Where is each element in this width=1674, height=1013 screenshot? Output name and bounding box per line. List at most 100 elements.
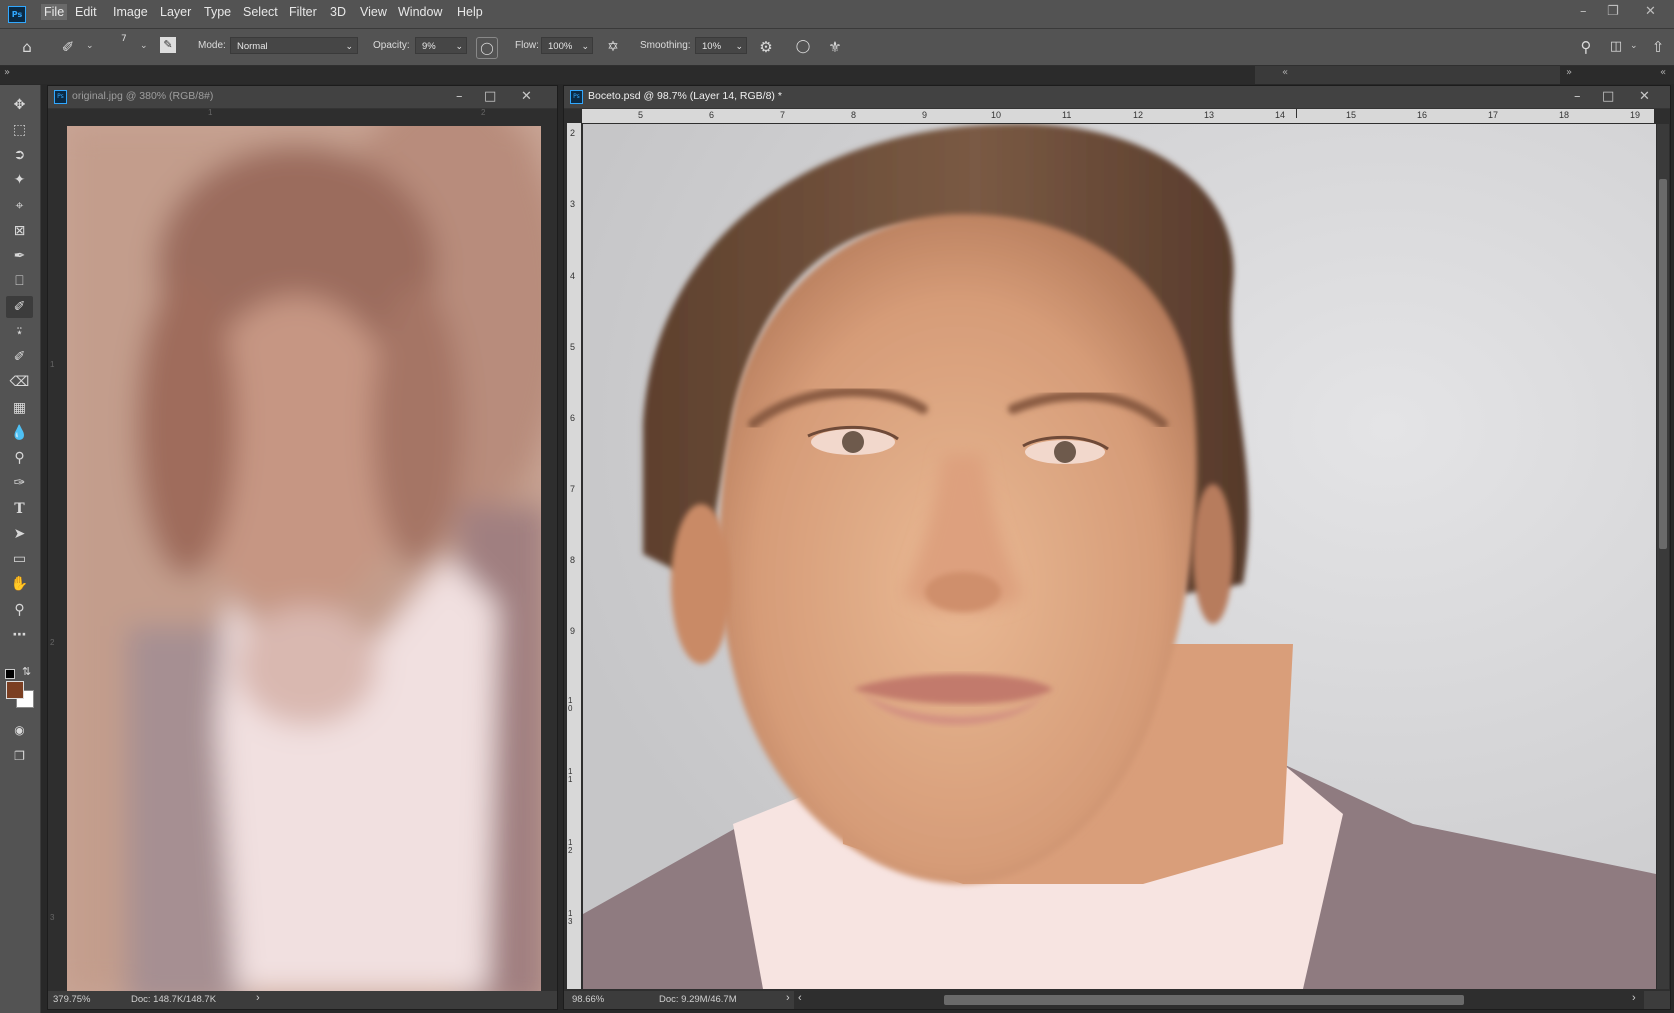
ruler-label: 1 bbox=[50, 360, 55, 369]
ruler-label: 12 bbox=[1133, 110, 1144, 120]
ruler-label: 19 bbox=[1630, 110, 1641, 120]
eyedropper-icon[interactable]: ✒ bbox=[6, 245, 33, 267]
chevron-down-icon[interactable]: ⌄ bbox=[86, 41, 94, 51]
menu-layer[interactable]: Layer bbox=[160, 5, 191, 19]
share-icon[interactable]: ⇧ bbox=[1648, 37, 1668, 57]
lasso-icon[interactable]: ➲ bbox=[6, 144, 33, 166]
frame-icon[interactable]: ⊠ bbox=[6, 220, 33, 242]
zoom-level[interactable]: 379.75% bbox=[53, 994, 91, 1005]
menu-help[interactable]: Help bbox=[457, 5, 483, 19]
marquee-icon[interactable]: ⬚ bbox=[6, 119, 33, 141]
search-icon[interactable]: ⚲ bbox=[1576, 37, 1596, 57]
eraser-icon[interactable]: ⌫ bbox=[6, 371, 33, 393]
mode-select[interactable]: Normal ⌄ bbox=[230, 37, 358, 54]
type-icon[interactable]: T bbox=[6, 498, 33, 520]
collapse-icon[interactable]: « bbox=[1282, 67, 1288, 78]
status-bar: 98.66% Doc: 9.29M/46.7M › ‹ › bbox=[564, 991, 1670, 1009]
menu-view[interactable]: View bbox=[360, 5, 387, 19]
menu-edit[interactable]: Edit bbox=[75, 5, 97, 19]
vertical-scrollbar[interactable] bbox=[1657, 124, 1669, 989]
menu-file[interactable]: File bbox=[41, 4, 68, 20]
default-colors-icon[interactable] bbox=[5, 669, 15, 679]
rectangle-icon[interactable]: ▭ bbox=[6, 548, 33, 570]
scrollbar-thumb[interactable] bbox=[1659, 179, 1667, 549]
pressure-size-icon[interactable]: ◯ bbox=[793, 37, 813, 57]
ruler-label: 18 bbox=[1559, 110, 1570, 120]
maximize-icon[interactable]: □ bbox=[1602, 89, 1614, 104]
ruler-label: 5 bbox=[570, 342, 576, 352]
blur-icon[interactable]: 💧 bbox=[6, 422, 33, 444]
quick-mask-icon[interactable]: ◉ bbox=[6, 719, 33, 741]
smoothing-field[interactable]: 10% ⌄ bbox=[695, 37, 747, 54]
document-window-boceto: Ps Boceto.psd @ 98.7% (Layer 14, RGB/8) … bbox=[563, 85, 1671, 1010]
brush-size[interactable]: 7 bbox=[121, 34, 127, 44]
chevron-down-icon[interactable]: ⌄ bbox=[1630, 41, 1638, 51]
home-icon[interactable]: ⌂ bbox=[17, 37, 37, 57]
canvas-original-photo[interactable] bbox=[67, 126, 541, 992]
minimize-icon[interactable]: – bbox=[1580, 4, 1587, 19]
minimize-icon[interactable]: – bbox=[1574, 89, 1581, 104]
close-icon[interactable]: ✕ bbox=[1639, 89, 1650, 104]
mode-label: Mode: bbox=[198, 40, 226, 51]
scrollbar-thumb[interactable] bbox=[944, 995, 1464, 1005]
stamp-icon[interactable]: ⍣ bbox=[6, 321, 33, 343]
menu-filter[interactable]: Filter bbox=[289, 5, 317, 19]
flow-field[interactable]: 100% ⌄ bbox=[541, 37, 593, 54]
ruler-label: 3 bbox=[50, 913, 55, 922]
chevron-left-icon[interactable]: ‹ bbox=[798, 992, 802, 1004]
menu-window[interactable]: Window bbox=[398, 5, 442, 19]
gradient-icon[interactable]: ▦ bbox=[6, 397, 33, 419]
restore-icon[interactable]: ❐ bbox=[1607, 4, 1619, 19]
more-icon[interactable]: ⋯ bbox=[6, 624, 33, 646]
brush-preset-icon[interactable]: ✐ bbox=[58, 37, 78, 57]
workspace-icon[interactable]: ◫ bbox=[1606, 37, 1626, 57]
chevron-right-icon[interactable]: › bbox=[786, 992, 790, 1004]
airbrush-icon[interactable]: ✡ bbox=[603, 37, 623, 57]
dodge-icon[interactable]: ⚲ bbox=[6, 447, 33, 469]
close-icon[interactable]: ✕ bbox=[521, 89, 532, 104]
expand-icon[interactable]: » bbox=[4, 67, 10, 78]
history-brush-icon[interactable]: ✐ bbox=[6, 346, 33, 368]
brush-icon[interactable]: ✐ bbox=[6, 296, 33, 318]
menu-image[interactable]: Image bbox=[113, 5, 148, 19]
close-icon[interactable]: ✕ bbox=[1645, 4, 1656, 19]
move-icon[interactable]: ✥ bbox=[6, 94, 33, 116]
gear-icon[interactable]: ⚙ bbox=[756, 37, 776, 57]
pen-icon[interactable]: ✑ bbox=[6, 472, 33, 494]
portrait-sketch-image bbox=[583, 124, 1656, 989]
ruler-label: 13 bbox=[568, 909, 573, 926]
hand-icon[interactable]: ✋ bbox=[6, 573, 33, 595]
foreground-color-swatch[interactable] bbox=[6, 681, 24, 699]
expand-icon[interactable]: » bbox=[1566, 67, 1572, 78]
ruler-label: 16 bbox=[1417, 110, 1428, 120]
symmetry-icon[interactable]: ⚜ bbox=[825, 37, 845, 57]
brush-panel-icon[interactable]: ✎ bbox=[160, 37, 176, 53]
ruler-label: 6 bbox=[570, 413, 576, 423]
ruler-label: 9 bbox=[570, 626, 576, 636]
doc-size: Doc: 148.7K/148.7K bbox=[131, 994, 217, 1005]
screen-mode-icon[interactable]: ❐ bbox=[6, 745, 33, 767]
canvas-boceto[interactable] bbox=[583, 124, 1656, 989]
menu-type[interactable]: Type bbox=[204, 5, 231, 19]
ruler-label: 5 bbox=[638, 110, 644, 120]
magic-wand-icon[interactable]: ✦ bbox=[6, 169, 33, 191]
menu-select[interactable]: Select bbox=[243, 5, 278, 19]
collapse-icon[interactable]: « bbox=[1660, 67, 1666, 78]
minimize-icon[interactable]: – bbox=[456, 89, 463, 104]
healing-icon[interactable]: ⎕ bbox=[6, 270, 33, 292]
zoom-level[interactable]: 98.66% bbox=[572, 994, 604, 1005]
zoom-icon[interactable]: ⚲ bbox=[6, 599, 33, 621]
opacity-field[interactable]: 9% ⌄ bbox=[415, 37, 467, 54]
chevron-right-icon[interactable]: › bbox=[1632, 992, 1636, 1004]
maximize-icon[interactable]: □ bbox=[484, 89, 496, 104]
menu-3d[interactable]: 3D bbox=[330, 5, 346, 19]
ruler-top: 1 2 bbox=[48, 108, 557, 118]
chevron-down-icon[interactable]: ⌄ bbox=[140, 41, 148, 51]
swap-colors-icon[interactable]: ⇅ bbox=[22, 665, 31, 678]
pressure-opacity-icon[interactable]: ◯ bbox=[476, 37, 498, 59]
horizontal-scrollbar[interactable]: ‹ › bbox=[794, 991, 1644, 1009]
dock-strip: » « » « bbox=[0, 66, 1674, 84]
crop-icon[interactable]: ⌖ bbox=[6, 195, 33, 217]
path-select-icon[interactable]: ➤ bbox=[6, 523, 33, 545]
chevron-right-icon[interactable]: › bbox=[256, 992, 260, 1004]
